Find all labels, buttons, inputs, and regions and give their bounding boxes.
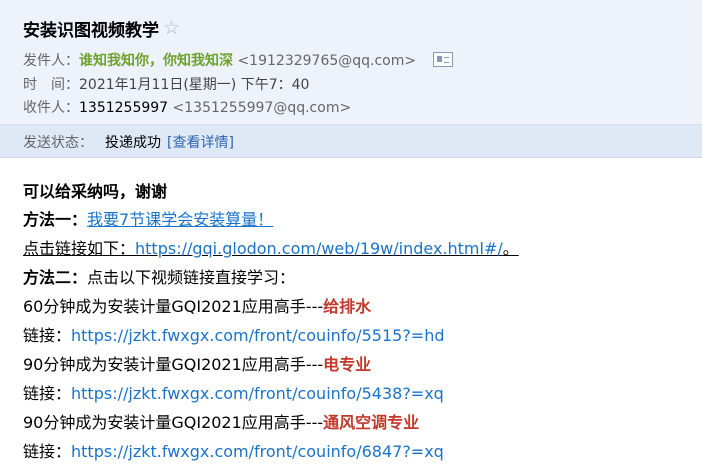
recipient-address: <1351255997@qq.com> [172, 100, 352, 116]
status-value: 投递成功 [105, 135, 161, 151]
to-label: 收件人： [23, 100, 79, 116]
course1-text: 60分钟成为安装计量GQI2021应用高手--- [23, 297, 324, 316]
sender-address: <1912329765@qq.com> [237, 53, 417, 69]
method1-line: 方法一：我要7节课学会安装算量！ [23, 208, 273, 232]
course2-title: 90分钟成为安装计量GQI2021应用高手---电专业 [23, 353, 371, 377]
click-url-line: 点击链接如下：https://gqi.glodon.com/web/19w/in… [23, 237, 519, 261]
method1-label: 方法一： [23, 210, 88, 229]
course1-url[interactable]: https://jzkt.fwxgx.com/front/couinfo/551… [71, 326, 445, 345]
course3-url[interactable]: https://jzkt.fwxgx.com/front/couinfo/684… [71, 442, 444, 461]
link-label: 链接： [23, 442, 72, 461]
time-label: 时 间： [23, 77, 79, 93]
course2-url[interactable]: https://jzkt.fwxgx.com/front/couinfo/543… [71, 384, 444, 403]
course1-link-line: 链接：https://jzkt.fwxgx.com/front/couinfo/… [23, 324, 445, 348]
course3-topic: 通风空调专业 [323, 413, 420, 432]
course2-text: 90分钟成为安装计量GQI2021应用高手--- [23, 355, 324, 374]
mail-header: 安装识图视频教学 ☆ 发件人：谁知我知你，你知我知深 <1912329765@q… [0, 0, 702, 125]
send-status-bar: 发送状态： 投递成功 [查看详情] [0, 125, 702, 158]
from-row: 发件人：谁知我知你，你知我知深 <1912329765@qq.com> [23, 50, 453, 70]
view-details-link[interactable]: [查看详情] [167, 135, 234, 151]
contact-card-icon[interactable] [432, 52, 453, 67]
from-label: 发件人： [23, 53, 79, 69]
status-label: 发送状态： [23, 135, 93, 151]
method1-link[interactable]: 我要7节课学会安装算量！ [87, 210, 273, 229]
method2-label: 方法二： [23, 268, 88, 287]
click-end: 。 [502, 239, 519, 258]
sender-name[interactable]: 谁知我知你，你知我知深 [79, 53, 233, 69]
time-value: 2021年1月11日(星期一) 下午7：40 [79, 77, 310, 93]
recipient-name[interactable]: 1351255997 [79, 100, 168, 116]
course1-title: 60分钟成为安装计量GQI2021应用高手---给排水 [23, 295, 371, 319]
method2-line: 方法二：点击以下视频链接直接学习： [23, 266, 295, 290]
subject-row: 安装识图视频教学 ☆ [23, 16, 180, 42]
glodon-link[interactable]: https://gqi.glodon.com/web/19w/index.htm… [135, 239, 503, 258]
mail-subject: 安装识图视频教学 [23, 21, 159, 41]
course2-link-line: 链接：https://jzkt.fwxgx.com/front/couinfo/… [23, 382, 444, 406]
click-text: 点击链接如下： [23, 239, 136, 258]
course3-link-line: 链接：https://jzkt.fwxgx.com/front/couinfo/… [23, 440, 444, 464]
star-icon[interactable]: ☆ [163, 19, 180, 38]
method2-text: 点击以下视频链接直接学习： [87, 268, 296, 287]
request-line: 可以给采纳吗，谢谢 [23, 182, 168, 201]
link-label: 链接： [23, 384, 72, 403]
to-row: 收件人：1351255997 <1351255997@qq.com> [23, 97, 351, 117]
status-row: 发送状态： 投递成功 [查看详情] [23, 132, 234, 152]
course2-topic: 电专业 [323, 355, 372, 374]
time-row: 时 间：2021年1月11日(星期一) 下午7：40 [23, 74, 309, 94]
course3-text: 90分钟成为安装计量GQI2021应用高手--- [23, 413, 324, 432]
course3-title: 90分钟成为安装计量GQI2021应用高手---通风空调专业 [23, 411, 419, 435]
course1-topic: 给排水 [323, 297, 372, 316]
link-label: 链接： [23, 326, 72, 345]
